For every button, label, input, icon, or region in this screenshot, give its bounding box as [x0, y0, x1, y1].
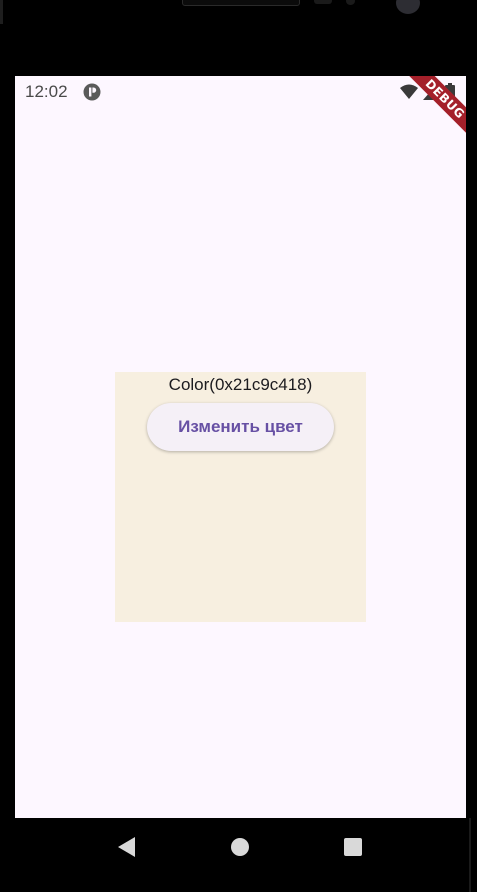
device-frame: 12:02 DEBUG Color(0x21c9c418) Изменить ц…	[0, 0, 477, 892]
wifi-icon	[400, 84, 418, 99]
color-value-label: Color(0x21c9c418)	[168, 375, 313, 394]
home-circle-icon[interactable]	[231, 838, 249, 856]
proximity-sensor	[314, 0, 332, 4]
light-sensor	[346, 0, 355, 5]
status-bar: 12:02	[15, 76, 466, 108]
color-container: Color(0x21c9c418) Изменить цвет	[115, 372, 366, 622]
status-time: 12:02	[25, 82, 68, 101]
bezel-edge	[0, 0, 3, 24]
back-triangle-icon[interactable]	[117, 837, 137, 857]
recents-square-icon[interactable]	[344, 838, 362, 856]
change-color-button[interactable]: Изменить цвет	[147, 403, 334, 451]
app-notification-icon	[83, 83, 101, 101]
top-bezel	[0, 0, 477, 76]
bezel-right-strip	[469, 818, 471, 892]
app-screen: 12:02 DEBUG Color(0x21c9c418) Изменить ц…	[15, 76, 466, 818]
navigation-bar	[0, 818, 477, 892]
earpiece-speaker	[182, 0, 300, 6]
front-camera-icon	[396, 0, 420, 14]
